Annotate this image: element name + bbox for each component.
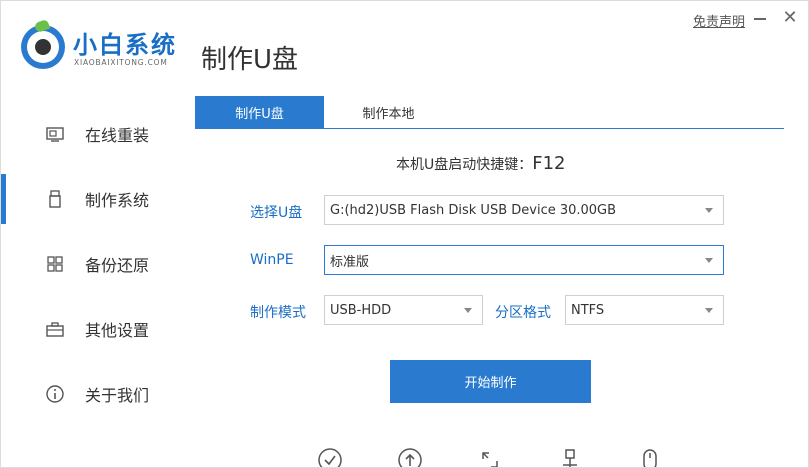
upload-circle-icon [398,448,422,467]
chevron-down-icon [705,308,713,313]
hotkey-value: F12 [532,153,566,174]
boot-hotkey-info: 本机U盘启动快捷键：F12 [396,153,566,174]
hotkey-label: 本机U盘启动快捷键： [396,157,533,173]
brand-subtitle: XIAOBAIXITONG.COM [74,58,168,67]
refresh-icon [482,452,498,467]
sidebar-item-other-settings[interactable]: 其他设置 [1,304,191,354]
mode-select-label: 制作模式 [250,305,306,321]
minimize-icon[interactable] [754,18,766,20]
brand-name: 小白系统 [73,31,177,59]
tabs-divider [195,128,784,129]
usb-select-label: 选择U盘 [250,205,303,221]
mouse-icon [643,449,657,467]
check-circle-icon [318,448,342,467]
partition-select[interactable]: NTFS [565,295,724,325]
usb-select[interactable]: G:(hd2)USB Flash Disk USB Device 30.00GB [324,195,724,225]
sidebar-item-make-system[interactable]: 制作系统 [1,174,191,224]
sidebar-item-label: 其他设置 [85,321,150,340]
chevron-down-icon [705,208,713,213]
tab-make-usb[interactable]: 制作U盘 [195,96,324,129]
usb-select-value: G:(hd2)USB Flash Disk USB Device 30.00GB [330,202,617,218]
sidebar-item-online-reinstall[interactable]: 在线重装 [1,109,191,159]
mode-select-value: USB-HDD [330,302,392,318]
sidebar-item-label: 在线重装 [85,126,150,145]
close-icon[interactable]: ✕ [782,9,798,27]
winpe-select[interactable]: 标准版 [324,245,724,275]
sidebar-item-label: 关于我们 [85,386,150,405]
winpe-select-label: WinPE [250,252,294,268]
usb-drive-icon [49,190,61,208]
sidebar-item-about-us[interactable]: 关于我们 [1,369,191,419]
app-window: 小白系统 XIAOBAIXITONG.COM 制作U盘 免责声明 ✕ 在线重装 … [0,0,809,468]
start-make-button[interactable]: 开始制作 [390,360,591,403]
info-icon [46,385,64,403]
partition-select-value: NTFS [571,302,605,318]
disclaimer-link[interactable]: 免责声明 [693,11,745,30]
sidebar-item-backup-restore[interactable]: 备份还原 [1,239,191,289]
sidebar-item-label: 制作系统 [85,191,150,210]
chevron-down-icon [705,258,713,263]
winpe-select-value: 标准版 [330,254,370,270]
monitor-icon [46,127,64,142]
toolbox-icon [46,322,64,337]
grid-icon [47,256,63,272]
sidebar-item-label: 备份还原 [85,256,150,275]
brand-logo-icon [21,18,65,69]
tab-make-local[interactable]: 制作本地 [324,96,453,129]
active-indicator [1,174,6,224]
page-title: 制作U盘 [201,45,299,75]
usb-plug-icon [563,449,577,467]
mode-select[interactable]: USB-HDD [324,295,483,325]
chevron-down-icon [464,308,472,313]
partition-select-label: 分区格式 [495,305,551,321]
